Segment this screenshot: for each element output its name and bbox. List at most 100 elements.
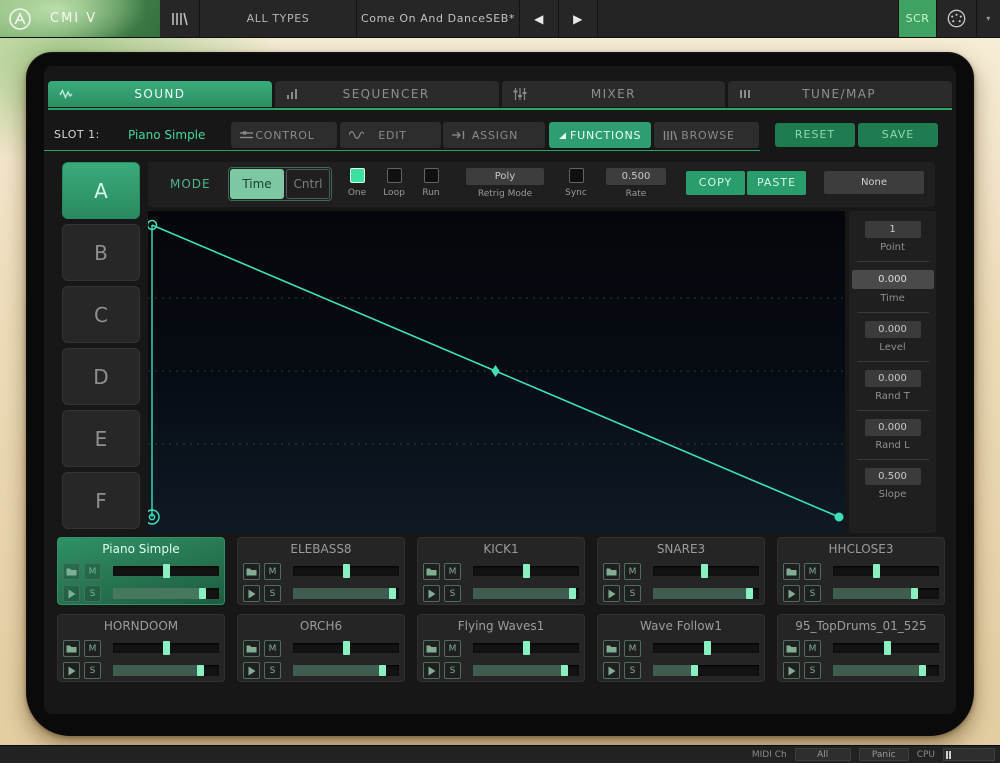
arturia-logo-icon[interactable]	[8, 7, 32, 31]
volume-slider[interactable]	[653, 665, 759, 676]
previous-preset-button[interactable]: ◀	[520, 0, 559, 37]
load-sample-button[interactable]	[603, 563, 620, 580]
time-mode-button[interactable]: Time	[230, 169, 284, 199]
checkbox-sync[interactable]: Sync	[563, 168, 589, 198]
sample-slot[interactable]: HORNDOOM M S	[57, 614, 225, 682]
pan-handle[interactable]	[343, 564, 350, 578]
sample-slot[interactable]: KICK1 M S	[417, 537, 585, 605]
envelope-end-point[interactable]	[835, 513, 844, 522]
load-sample-button[interactable]	[423, 640, 440, 657]
play-button[interactable]	[423, 585, 440, 602]
copy-button[interactable]: COPY	[686, 171, 745, 195]
pan-slider[interactable]	[473, 643, 579, 653]
pan-slider[interactable]	[113, 566, 219, 576]
solo-button[interactable]: S	[84, 662, 101, 679]
pan-slider[interactable]	[653, 566, 759, 576]
param-value[interactable]: 1	[865, 221, 921, 238]
pan-slider[interactable]	[473, 566, 579, 576]
volume-slider[interactable]	[293, 665, 399, 676]
pan-handle[interactable]	[704, 641, 711, 655]
main-tab-sound[interactable]: SOUND	[48, 81, 272, 107]
solo-button[interactable]: S	[624, 662, 641, 679]
function-button-f[interactable]: F	[62, 472, 140, 529]
volume-handle[interactable]	[919, 665, 926, 676]
load-sample-button[interactable]	[603, 640, 620, 657]
checkbox-box[interactable]	[350, 168, 365, 183]
slot-tab-functions[interactable]: FUNCTIONS	[549, 122, 651, 148]
sample-slot[interactable]: Flying Waves1 M S	[417, 614, 585, 682]
sample-slot[interactable]: Piano Simple M S	[57, 537, 225, 605]
function-button-e[interactable]: E	[62, 410, 140, 467]
titlebar-menu-button[interactable]: ▾	[977, 0, 1000, 37]
sample-slot[interactable]: SNARE3 M S	[597, 537, 765, 605]
load-sample-button[interactable]	[243, 640, 260, 657]
load-sample-button[interactable]	[783, 563, 800, 580]
pan-handle[interactable]	[163, 641, 170, 655]
pan-handle[interactable]	[163, 564, 170, 578]
mute-button[interactable]: M	[804, 640, 821, 657]
sample-slot[interactable]: ORCH6 M S	[237, 614, 405, 682]
midi-settings-button[interactable]	[937, 0, 977, 37]
slot-tab-edit[interactable]: EDIT	[340, 122, 441, 148]
param-value[interactable]: 0.000	[865, 370, 921, 387]
param-value[interactable]: 0.000	[852, 270, 934, 289]
envelope-midpoint-handle[interactable]	[492, 365, 500, 377]
function-button-d[interactable]: D	[62, 348, 140, 405]
volume-slider[interactable]	[293, 588, 399, 599]
mute-button[interactable]: M	[444, 640, 461, 657]
volume-slider[interactable]	[473, 665, 579, 676]
volume-handle[interactable]	[379, 665, 386, 676]
volume-slider[interactable]	[833, 588, 939, 599]
preset-name[interactable]: Come On And DanceSEB*	[357, 0, 520, 37]
checkbox-box[interactable]	[387, 168, 402, 183]
mute-button[interactable]: M	[444, 563, 461, 580]
reset-button[interactable]: RESET	[775, 123, 855, 147]
load-sample-button[interactable]	[63, 563, 80, 580]
main-tab-tune-map[interactable]: TUNE/MAP	[728, 81, 952, 107]
pan-handle[interactable]	[873, 564, 880, 578]
filter-all-types[interactable]: ALL TYPES	[200, 0, 357, 37]
volume-handle[interactable]	[197, 665, 204, 676]
volume-handle[interactable]	[199, 588, 206, 599]
main-tab-sequencer[interactable]: SEQUENCER	[275, 81, 499, 107]
load-sample-button[interactable]	[63, 640, 80, 657]
function-button-a[interactable]: A	[62, 162, 140, 219]
function-button-c[interactable]: C	[62, 286, 140, 343]
pan-slider[interactable]	[833, 566, 939, 576]
solo-button[interactable]: S	[624, 585, 641, 602]
pan-slider[interactable]	[113, 643, 219, 653]
param-value[interactable]: 0.000	[865, 419, 921, 436]
pan-slider[interactable]	[293, 566, 399, 576]
assign-target-dropdown[interactable]: None	[824, 171, 924, 194]
play-button[interactable]	[423, 662, 440, 679]
sample-slot[interactable]: HHCLOSE3 M S	[777, 537, 945, 605]
mute-button[interactable]: M	[624, 640, 641, 657]
volume-handle[interactable]	[746, 588, 753, 599]
next-preset-button[interactable]: ▶	[559, 0, 598, 37]
checkbox-loop[interactable]: Loop	[381, 168, 407, 198]
mute-button[interactable]: M	[84, 640, 101, 657]
pan-slider[interactable]	[833, 643, 939, 653]
mute-button[interactable]: M	[84, 563, 101, 580]
sample-slot[interactable]: ELEBASS8 M S	[237, 537, 405, 605]
pan-handle[interactable]	[523, 641, 530, 655]
checkbox-box[interactable]	[424, 168, 439, 183]
play-button[interactable]	[783, 662, 800, 679]
mute-button[interactable]: M	[624, 563, 641, 580]
pan-slider[interactable]	[293, 643, 399, 653]
play-button[interactable]	[603, 585, 620, 602]
volume-slider[interactable]	[473, 588, 579, 599]
preset-browser-button[interactable]	[160, 0, 200, 37]
function-button-b[interactable]: B	[62, 224, 140, 281]
load-sample-button[interactable]	[243, 563, 260, 580]
volume-slider[interactable]	[653, 588, 759, 599]
param-value[interactable]: 0.000	[865, 321, 921, 338]
load-sample-button[interactable]	[783, 640, 800, 657]
mute-button[interactable]: M	[264, 563, 281, 580]
volume-handle[interactable]	[569, 588, 576, 599]
paste-button[interactable]: PASTE	[747, 171, 806, 195]
checkbox-box[interactable]	[569, 168, 584, 183]
play-button[interactable]	[243, 662, 260, 679]
slot-tab-browse[interactable]: BROWSE	[654, 122, 759, 148]
mute-button[interactable]: M	[804, 563, 821, 580]
